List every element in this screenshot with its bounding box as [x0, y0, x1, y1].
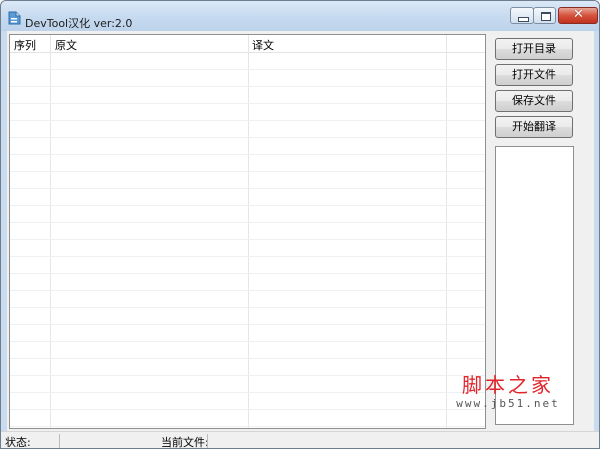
column-header-source[interactable]: 原文 [55, 37, 77, 53]
grid-row-line [10, 392, 485, 393]
app-icon [8, 11, 21, 25]
minimize-icon [518, 17, 529, 22]
grid-row-line [10, 307, 485, 308]
close-icon: ✕ [573, 7, 584, 22]
window-title: DevTool汉化 ver:2.0 [25, 17, 133, 30]
grid-row-line [10, 171, 485, 172]
grid-row-line [10, 69, 485, 70]
watermark-url: www.jb51.net [456, 397, 560, 410]
grid-row-line [10, 137, 485, 138]
grid-row-line [10, 222, 485, 223]
grid-row-line [10, 375, 485, 376]
grid-row-line [10, 290, 485, 291]
grid-row-line [10, 358, 485, 359]
app-window: DevTool汉化 ver:2.0 ✕ 序列 原文 译文 打开目录 打开文件 保… [0, 0, 600, 449]
maximize-button[interactable] [533, 7, 556, 24]
minimize-button[interactable] [510, 7, 534, 24]
maximize-icon [541, 12, 551, 21]
grid-row-line [10, 256, 485, 257]
grid-row-line [10, 120, 485, 121]
column-header-translation[interactable]: 译文 [252, 37, 274, 53]
open-file-button[interactable]: 打开文件 [495, 64, 573, 86]
grid-row-line [10, 341, 485, 342]
status-bar: 状态: 当前文件: [1, 431, 599, 449]
watermark: 脚本之家 www.jb51.net [443, 373, 573, 411]
save-file-button[interactable]: 保存文件 [495, 90, 573, 112]
grid-row-line [10, 188, 485, 189]
status-divider [59, 434, 60, 448]
grid-row-line [10, 86, 485, 87]
open-directory-button[interactable]: 打开目录 [495, 38, 573, 60]
grid-row-line [10, 239, 485, 240]
close-button[interactable]: ✕ [558, 7, 598, 24]
status-label: 状态: [5, 436, 31, 449]
status-divider [207, 434, 208, 448]
grid-row-line [10, 103, 485, 104]
grid-row-line [10, 273, 485, 274]
client-area: 序列 原文 译文 打开目录 打开文件 保存文件 开始翻译 脚本之家 www.jb… [7, 31, 594, 431]
watermark-logo-text: 脚本之家 [462, 373, 554, 397]
start-translate-button[interactable]: 开始翻译 [495, 116, 573, 138]
column-divider [50, 35, 51, 428]
current-file-label: 当前文件: [161, 436, 209, 449]
column-header-index[interactable]: 序列 [14, 37, 36, 53]
grid-row-line [10, 205, 485, 206]
grid-row-line [10, 426, 485, 427]
grid-row-line [10, 154, 485, 155]
translation-grid[interactable]: 序列 原文 译文 [9, 34, 486, 429]
grid-row-line [10, 324, 485, 325]
title-bar[interactable]: DevTool汉化 ver:2.0 ✕ [1, 1, 599, 31]
column-divider [248, 35, 249, 428]
column-divider [446, 35, 447, 428]
grid-row-line [10, 409, 485, 410]
